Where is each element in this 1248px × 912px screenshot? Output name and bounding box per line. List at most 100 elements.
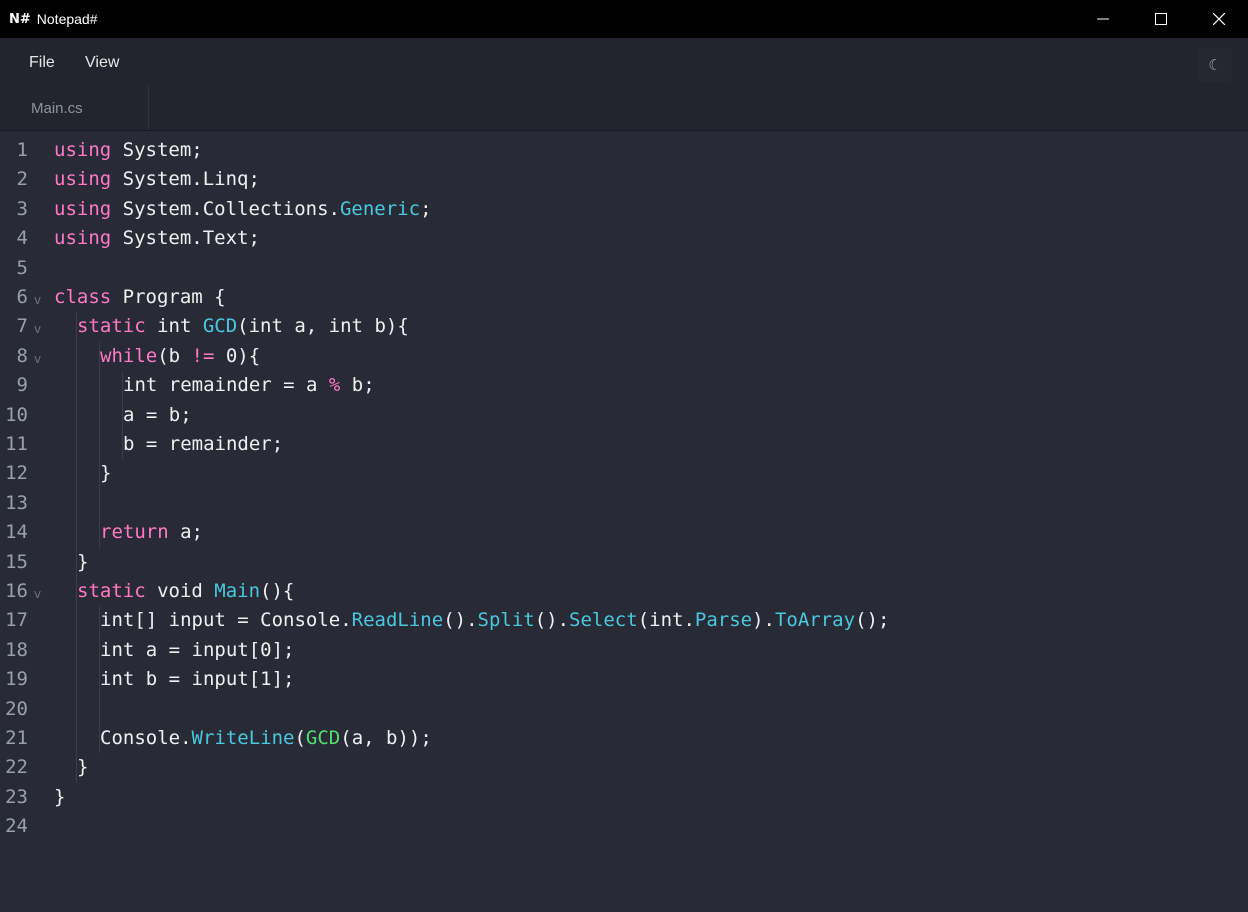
code-line[interactable]: 19 int b = input[1]; (0, 665, 1248, 694)
indent-guide (99, 341, 100, 548)
code-text: } (54, 783, 65, 812)
code-text: using System.Text; (54, 224, 260, 253)
line-number: 9 (16, 374, 28, 397)
line-number: 17 (5, 609, 28, 632)
code-editor[interactable]: 1 using System; 2 using System.Linq; 3 using … (0, 131, 1248, 912)
code-token: System.Collections. (111, 197, 340, 220)
indent-guide (122, 371, 123, 460)
minimize-button[interactable] (1074, 0, 1132, 38)
code-token: a = b; (123, 403, 192, 426)
minimize-icon (1097, 18, 1109, 20)
line-number: 12 (5, 462, 28, 485)
line-number: 15 (5, 550, 28, 573)
fold-chevron-icon[interactable]: v (34, 315, 41, 344)
code-line[interactable]: 8 v while(b != 0){ (0, 342, 1248, 371)
code-token: int[] input = Console. (100, 609, 352, 632)
code-text: using System; (54, 136, 203, 165)
line-number: 6 (16, 286, 28, 308)
line-number: 2 (16, 168, 28, 191)
code-line[interactable]: 24 (0, 812, 1248, 841)
code-token: } (54, 785, 66, 808)
method-token: Select (569, 609, 638, 632)
line-number: 20 (5, 697, 28, 720)
code-token: (b (157, 344, 192, 367)
code-line[interactable]: 11 b = remainder; (0, 430, 1248, 459)
title-bar: N# Notepad# (0, 0, 1248, 38)
method-token: ReadLine (351, 609, 444, 632)
method-token: WriteLine (191, 727, 295, 749)
code-line[interactable]: 2 using System.Linq; (0, 165, 1248, 194)
line-number: 4 (16, 227, 28, 250)
code-line[interactable]: 3 using System.Collections.Generic; (0, 195, 1248, 224)
close-button[interactable] (1190, 0, 1248, 38)
code-token: int (145, 315, 203, 338)
code-token: (a, b)); (340, 727, 432, 749)
indent-guide (76, 312, 77, 577)
code-text: Console.WriteLine(GCD(a, b)); (100, 724, 432, 753)
code-line[interactable]: 7 v static int GCD(int a, int b){ (0, 312, 1248, 341)
keyword-token: % (328, 374, 341, 397)
code-line[interactable]: 16 v static void Main(){ (0, 577, 1248, 606)
code-line[interactable]: 18 int a = input[0]; (0, 636, 1248, 665)
code-token: b; (340, 374, 375, 397)
code-text: int b = input[1]; (100, 665, 294, 694)
code-line[interactable]: 5 (0, 254, 1248, 283)
code-line[interactable]: 21 Console.WriteLine(GCD(a, b)); (0, 724, 1248, 753)
code-line[interactable]: 10 a = b; (0, 401, 1248, 430)
code-token: (). (443, 609, 478, 632)
code-line[interactable]: 14 return a; (0, 518, 1248, 547)
code-token: void (145, 580, 215, 602)
code-line[interactable]: 6 v class Program { (0, 283, 1248, 312)
code-line[interactable]: 23} (0, 783, 1248, 812)
line-number: 5 (16, 256, 28, 279)
code-line[interactable]: 17 int[] input = Console.ReadLine().Split… (0, 606, 1248, 635)
code-line[interactable]: 12} (0, 459, 1248, 488)
method-token: GCD (202, 315, 238, 338)
code-text: while(b != 0){ (100, 342, 260, 371)
code-token: (int a, int b){ (237, 315, 409, 338)
close-icon (1213, 13, 1225, 25)
keyword-token: using (54, 168, 112, 191)
code-text: int[] input = Console.ReadLine().Split()… (100, 606, 889, 635)
app-logo: N# (9, 11, 31, 27)
code-token: 0){ (214, 344, 261, 367)
moon-icon: ☾ (1208, 56, 1222, 74)
theme-toggle-button[interactable]: ☾ (1198, 48, 1232, 82)
code-line[interactable]: 15} (0, 548, 1248, 577)
method-token: Parse (694, 609, 753, 632)
fold-chevron-icon[interactable]: v (34, 345, 41, 374)
menu-bar: File View ☾ (0, 38, 1248, 86)
code-text: using System.Linq; (54, 165, 260, 194)
method-token: GCD (305, 727, 341, 749)
tab-label: Main.cs (31, 100, 83, 117)
fold-chevron-icon[interactable]: v (34, 580, 41, 609)
code-text: static int GCD(int a, int b){ (77, 312, 409, 341)
keyword-token: using (54, 227, 112, 250)
code-token: (){ (260, 580, 295, 602)
code-text: b = remainder; (123, 430, 283, 459)
code-token: int b = input[1]; (100, 668, 295, 691)
tab-bar: Main.cs (0, 86, 1248, 131)
code-line[interactable]: 13 (0, 489, 1248, 518)
menu-view[interactable]: View (85, 54, 119, 72)
code-token: int remainder = a (123, 374, 329, 397)
code-token: Program { (111, 286, 226, 308)
code-line[interactable]: 22} (0, 753, 1248, 782)
indent-guide (99, 606, 100, 754)
code-line[interactable]: 4 using System.Text; (0, 224, 1248, 253)
code-token: Console. (100, 727, 192, 749)
line-number: 21 (5, 727, 28, 749)
code-token: System.Linq; (111, 168, 260, 191)
maximize-button[interactable] (1132, 0, 1190, 38)
menu-file[interactable]: File (29, 54, 55, 72)
line-number: 8 (16, 344, 28, 367)
code-line[interactable]: 9 int remainder = a % b; (0, 371, 1248, 400)
code-line[interactable]: 1 using System; (0, 136, 1248, 165)
keyword-token: class (54, 286, 112, 308)
keyword-token: static (77, 315, 146, 338)
fold-chevron-icon[interactable]: v (34, 286, 41, 315)
code-token: b = remainder; (123, 433, 284, 455)
method-token: ToArray (774, 609, 856, 632)
code-line[interactable]: 20 (0, 695, 1248, 724)
tab-main-cs[interactable]: Main.cs (0, 86, 149, 130)
